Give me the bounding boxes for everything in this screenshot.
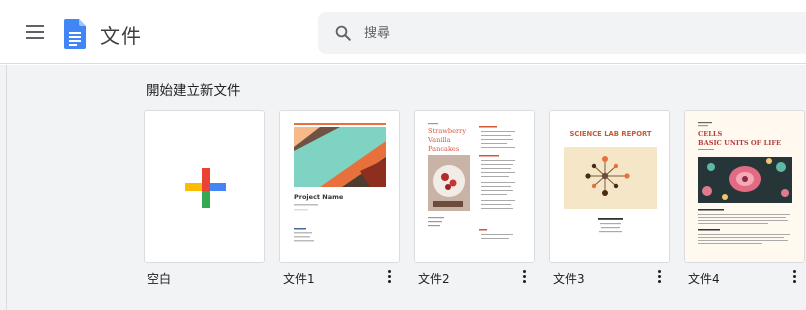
dot bbox=[792, 280, 796, 283]
dot bbox=[792, 275, 796, 278]
dot bbox=[387, 280, 391, 283]
more-vert-icon bbox=[657, 270, 661, 273]
more-options-button[interactable] bbox=[653, 268, 665, 288]
template-card-blank[interactable] bbox=[144, 110, 265, 263]
template-card-2[interactable]: Strawberry Vanilla Pancakes bbox=[414, 110, 535, 263]
template-label-4: 文件4 bbox=[688, 272, 720, 286]
search-input[interactable] bbox=[364, 21, 764, 45]
gallery-divider bbox=[6, 65, 7, 310]
hamburger-menu-icon bbox=[26, 25, 44, 27]
template-card-4[interactable]: CELLS BASIC UNITS OF LIFE bbox=[684, 110, 805, 263]
app-title[interactable]: 文件 bbox=[100, 20, 142, 49]
top-bar: 文件 bbox=[0, 0, 806, 64]
project-proposal-thumbnail: Project Name bbox=[280, 111, 399, 262]
more-options-button[interactable] bbox=[383, 268, 395, 288]
recipe-thumbnail: Strawberry Vanilla Pancakes bbox=[415, 111, 534, 262]
search-icon[interactable] bbox=[334, 24, 352, 42]
more-options-button[interactable] bbox=[518, 268, 530, 288]
hamburger-line bbox=[26, 31, 44, 33]
cells-thumbnail: CELLS BASIC UNITS OF LIFE bbox=[685, 111, 804, 262]
dot bbox=[657, 280, 661, 283]
more-vert-icon bbox=[387, 270, 391, 273]
more-vert-icon bbox=[792, 270, 796, 273]
template-label-2: 文件2 bbox=[418, 272, 450, 286]
dot bbox=[657, 275, 661, 278]
dot bbox=[522, 280, 526, 283]
template-card-1[interactable]: Project Name bbox=[279, 110, 400, 263]
dot bbox=[522, 275, 526, 278]
main-menu-button[interactable] bbox=[24, 22, 46, 42]
gallery-title: 開始建立新文件 bbox=[146, 83, 241, 99]
thumb-title: Project Name bbox=[294, 193, 344, 201]
template-card-3[interactable]: SCIENCE LAB REPORT bbox=[549, 110, 670, 263]
search-bar[interactable] bbox=[318, 12, 806, 54]
more-options-button[interactable] bbox=[788, 268, 800, 288]
template-label-blank: 空白 bbox=[147, 272, 172, 286]
lab-report-thumbnail: SCIENCE LAB REPORT bbox=[550, 111, 669, 262]
docs-logo-icon[interactable] bbox=[64, 19, 86, 49]
dot bbox=[387, 275, 391, 278]
template-label-1: 文件1 bbox=[283, 272, 315, 286]
hamburger-line bbox=[26, 37, 44, 39]
template-label-3: 文件3 bbox=[553, 272, 585, 286]
colorful-plus-icon bbox=[185, 168, 226, 208]
thumb-title: SCIENCE LAB REPORT bbox=[569, 130, 651, 138]
more-vert-icon bbox=[522, 270, 526, 273]
